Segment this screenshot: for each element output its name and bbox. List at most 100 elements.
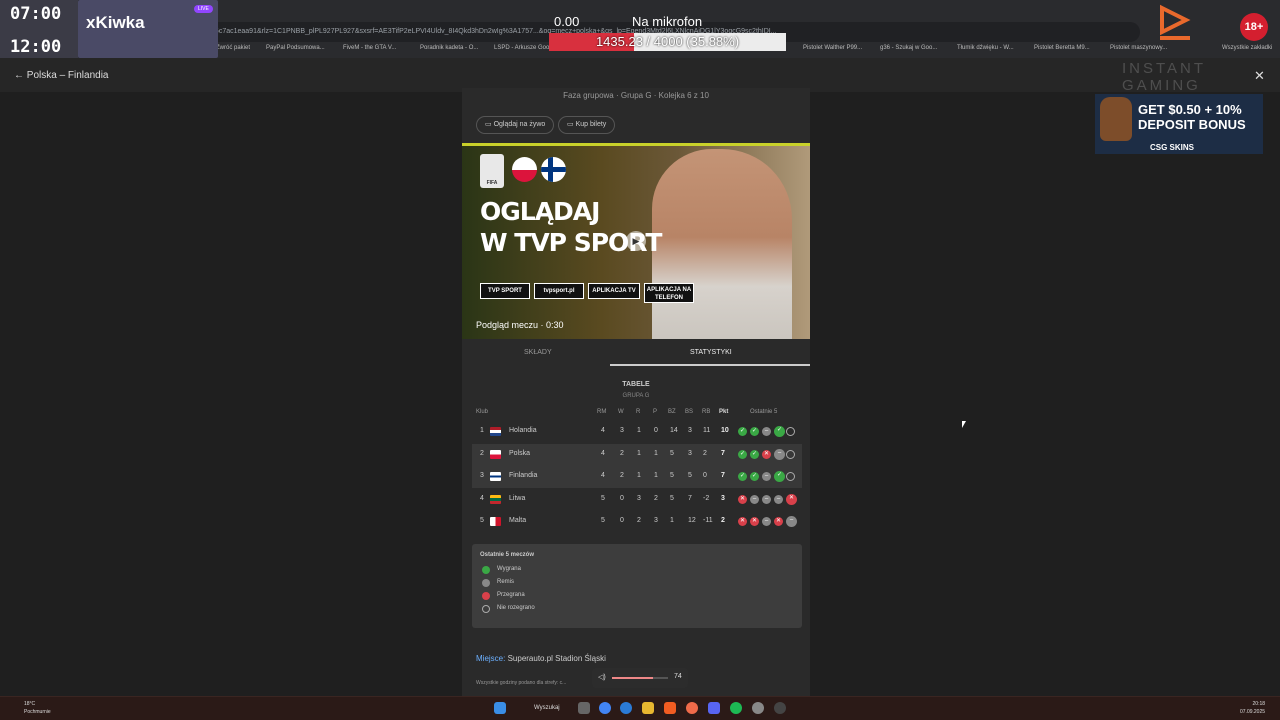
play-icon[interactable]: ▶ xyxy=(626,231,646,251)
team-flag-icon xyxy=(490,517,501,526)
bookmark[interactable]: FiveM - the GTA V... xyxy=(343,45,396,51)
table-row[interactable]: 2 Polska 4 2 1 1 5 3 2 7 ✓ ✓ ✕ – xyxy=(472,443,802,466)
row-rm: 5 xyxy=(601,494,605,502)
table-subtitle: GRUPA G xyxy=(622,393,650,399)
table-row[interactable]: 4 Litwa 5 0 3 2 5 7 -2 3 ✕ – – – ✕ xyxy=(472,489,802,511)
tvp-sport-button[interactable]: TVP SPORT xyxy=(480,283,530,299)
task-view-icon[interactable] xyxy=(578,702,590,714)
volume-track[interactable] xyxy=(612,677,668,679)
col-w: W xyxy=(618,409,624,415)
mic-level: 0.00 xyxy=(554,14,580,29)
back-button[interactable]: ← Polska – Finlandia xyxy=(14,70,109,81)
result-n-icon xyxy=(786,472,795,481)
row-pkt: 2 xyxy=(721,517,725,524)
result-n-icon xyxy=(786,427,795,436)
spotify-icon[interactable] xyxy=(730,702,742,714)
explorer-icon[interactable] xyxy=(642,702,654,714)
table-row[interactable]: 3 Finlandia 4 2 1 1 5 5 0 7 ✓ ✓ – ✓ xyxy=(472,466,802,488)
tab-bar xyxy=(462,339,810,367)
mic-label: Na mikrofon xyxy=(632,14,703,29)
taskbar xyxy=(0,696,1280,720)
bookmark[interactable]: Zwróć pakiet xyxy=(216,45,250,51)
tvpsport-web-button[interactable]: tvpsport.pl xyxy=(534,283,584,299)
poland-flag-icon xyxy=(512,157,537,182)
result-l-icon: ✕ xyxy=(786,493,797,505)
loss-icon xyxy=(482,592,490,600)
row-club: Polska xyxy=(509,449,531,457)
row-p: 0 xyxy=(654,427,658,434)
row-r: 3 xyxy=(637,494,641,502)
row-rm: 4 xyxy=(601,427,605,434)
edge-icon[interactable] xyxy=(620,702,632,714)
bookmark[interactable]: Pistolet maszynowy... xyxy=(1110,45,1167,51)
result-d-icon: – xyxy=(762,494,771,504)
legend-win: Wygrana xyxy=(497,566,521,572)
banner-title-line-1: OGLĄDAJ xyxy=(480,197,600,226)
bookmark-all[interactable]: Wszystkie zakładki xyxy=(1222,45,1272,51)
settings-icon[interactable] xyxy=(752,702,764,714)
bookmark[interactable]: Tłumik dźwięku - W... xyxy=(957,45,1014,51)
row-club: Malta xyxy=(509,517,527,524)
row-w: 2 xyxy=(620,472,624,479)
bookmark[interactable]: LSPD - Arkusze Goo... xyxy=(494,45,554,51)
bookmark[interactable]: Pistolet Beretta M9... xyxy=(1034,45,1090,51)
venue: Miejsce: Superauto.pl Stadion Śląski xyxy=(476,654,606,663)
row-p: 2 xyxy=(654,494,658,502)
mic-progress-text: 1435.23 / 4000 (35.88%) xyxy=(595,34,740,49)
timezone-note: Wszystkie godziny podano dla strefy: c..… xyxy=(476,680,567,686)
tab-statistics[interactable]: STATYSTYKI xyxy=(690,349,732,356)
result-w-icon: ✓ xyxy=(774,471,785,482)
col-pkt: Pkt xyxy=(719,409,729,415)
brand-logo-icon xyxy=(1160,4,1191,40)
row-position: 5 xyxy=(480,517,484,524)
bookmark[interactable]: PayPal Podsumowa... xyxy=(266,45,325,51)
row-w: 2 xyxy=(620,449,624,457)
col-r: R xyxy=(636,409,641,415)
bookmark[interactable]: Pistolet Walther P99... xyxy=(803,45,862,51)
row-rb: -2 xyxy=(703,494,710,502)
ad-line-1: GET $0.50 + 10% xyxy=(1138,102,1242,117)
back-label: Polska – Finlandia xyxy=(26,70,109,81)
finland-flag-icon xyxy=(541,157,566,182)
obs-icon[interactable] xyxy=(774,702,786,714)
phone-app-button[interactable]: APLIKACJA NA TELEFON xyxy=(644,283,694,303)
row-club: Finlandia xyxy=(509,472,538,479)
venue-value: Superauto.pl Stadion Śląski xyxy=(507,654,606,663)
watch-live-button[interactable]: ▭ Oglądaj na żywo xyxy=(476,116,555,134)
app-icon[interactable] xyxy=(686,702,698,714)
row-rm: 4 xyxy=(601,449,605,457)
row-w: 0 xyxy=(620,494,624,502)
tv-app-button[interactable]: APLIKACJA TV xyxy=(588,283,640,299)
brave-icon[interactable] xyxy=(664,702,676,714)
tab-lineups[interactable]: SKŁADY xyxy=(524,349,552,356)
row-w: 3 xyxy=(620,427,624,434)
row-rb: 11 xyxy=(703,427,711,434)
volume-popup[interactable]: ◁) 74 xyxy=(592,668,688,688)
buy-tickets-button[interactable]: ▭ Kup bilety xyxy=(558,116,616,134)
row-pkt: 7 xyxy=(721,449,725,457)
row-rb: -11 xyxy=(703,517,713,524)
discord-icon[interactable] xyxy=(708,702,720,714)
row-pkt: 10 xyxy=(721,427,729,434)
result-d-icon: – xyxy=(762,427,771,436)
row-club: Litwa xyxy=(509,494,526,502)
bookmark[interactable]: g36 - Szukaj w Goo... xyxy=(880,45,937,51)
table-row[interactable]: 5 Malta 5 0 2 3 1 12 -11 2 ✕ ✕ – ✕ – xyxy=(472,511,802,533)
row-bz: 5 xyxy=(670,494,674,502)
col-last5: Ostatnie 5 xyxy=(750,409,778,415)
result-w-icon: ✓ xyxy=(738,449,747,459)
result-w-icon: ✓ xyxy=(750,427,759,436)
taskbar-search[interactable]: Wyszukaj xyxy=(518,700,572,716)
system-clock[interactable]: 20:18 07.09.2025 xyxy=(1240,700,1265,716)
buy-tickets-label: Kup bilety xyxy=(575,121,607,128)
table-row[interactable]: 1 Holandia 4 3 1 0 14 3 11 10 ✓ ✓ – ✓ xyxy=(472,421,802,443)
legend-not-played: Nie rozegrano xyxy=(497,605,535,611)
bookmark[interactable]: Poradnik kadeta - O... xyxy=(420,45,478,51)
chrome-icon[interactable] xyxy=(599,702,611,714)
row-r: 1 xyxy=(637,472,641,479)
start-icon[interactable] xyxy=(494,702,506,714)
result-w-icon: ✓ xyxy=(774,426,785,437)
weather-widget[interactable]: 18°C Pochmurnie xyxy=(24,700,51,716)
venue-label: Miejsce: xyxy=(476,654,506,663)
tab-active-indicator xyxy=(610,364,810,366)
